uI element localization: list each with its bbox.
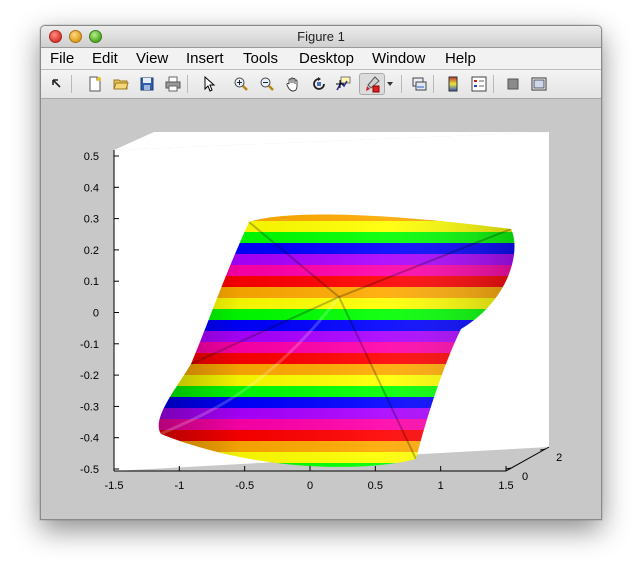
insert-legend-icon[interactable] (469, 74, 489, 94)
insert-colorbar-icon[interactable] (443, 74, 463, 94)
new-figure-icon[interactable] (85, 74, 105, 94)
title-bar[interactable]: Figure 1 (41, 26, 601, 48)
zoom-out-icon[interactable] (257, 74, 277, 94)
figure-window: Figure 1 File Edit View Insert Tools Des… (40, 25, 602, 520)
figure-toolbar (41, 70, 601, 99)
y-tick-label: 0 (93, 308, 99, 320)
y-tick-label: 0.3 (84, 214, 99, 226)
y-tick-label: -0.4 (80, 433, 99, 445)
x-tick-label: -0.5 (235, 480, 254, 492)
data-cursor-icon[interactable] (333, 74, 353, 94)
pan-hand-icon[interactable] (283, 74, 303, 94)
colormap-band (141, 485, 541, 497)
x-ticks: -1.5 -1 -0.5 0 0.5 1 1.5 (105, 466, 514, 492)
menu-bar: File Edit View Insert Tools Desktop Wind… (41, 48, 601, 70)
hide-plot-tools-icon[interactable] (503, 74, 523, 94)
link-plot-icon[interactable] (409, 74, 429, 94)
x-tick-label: -1.5 (105, 480, 124, 492)
y-tick-label: 0.4 (84, 182, 99, 194)
y-tick-label: 0.1 (84, 276, 99, 288)
menu-window[interactable]: Window (372, 50, 425, 67)
dropdown-arrow-icon[interactable] (385, 74, 395, 94)
menu-edit[interactable]: Edit (92, 50, 118, 67)
y-tick-label: -0.1 (80, 339, 99, 351)
x-tick-label: 1.5 (498, 480, 513, 492)
window-title: Figure 1 (297, 29, 345, 44)
x-tick-label: -1 (174, 480, 184, 492)
menu-view[interactable]: View (136, 50, 168, 67)
y-tick-label: -0.2 (80, 370, 99, 382)
menu-desktop[interactable]: Desktop (299, 50, 354, 67)
edit-plot-icon[interactable] (47, 74, 67, 94)
x-tick-label: 0.5 (368, 480, 383, 492)
menu-file[interactable]: File (50, 50, 74, 67)
surface-plot[interactable]: -0.5 -0.4 -0.3 -0.2 -0.1 0 0.1 0.2 0.3 0.4 0.5 -1.… (41, 99, 601, 519)
menu-insert[interactable]: Insert (186, 50, 224, 67)
y-tick-label: -0.5 (80, 464, 99, 476)
pointer-icon[interactable] (199, 74, 219, 94)
y-tick-label: 0.2 (84, 245, 99, 257)
x-tick-label: 0 (307, 480, 313, 492)
y-tick-label: 0.5 (84, 151, 99, 163)
menu-tools[interactable]: Tools (243, 50, 278, 67)
rotate-3d-icon[interactable] (309, 74, 329, 94)
z-tick-label: 0 (522, 471, 528, 483)
y-ticks: -0.5 -0.4 -0.3 -0.2 -0.1 0 0.1 0.2 0.3 0.4 0.5 (80, 151, 119, 476)
colormap-band (141, 474, 541, 486)
print-figure-icon[interactable] (163, 74, 183, 94)
show-plot-tools-icon[interactable] (529, 74, 549, 94)
open-file-icon[interactable] (111, 74, 131, 94)
x-tick-label: 1 (438, 480, 444, 492)
menu-help[interactable]: Help (445, 50, 476, 67)
save-figure-icon[interactable] (137, 74, 157, 94)
figure-canvas[interactable]: -0.5 -0.4 -0.3 -0.2 -0.1 0 0.1 0.2 0.3 0.4 0.5 -1.… (41, 99, 601, 519)
zoom-in-icon[interactable] (231, 74, 251, 94)
brush-icon[interactable] (359, 73, 385, 95)
z-axis-line (505, 446, 550, 472)
y-tick-label: -0.3 (80, 401, 99, 413)
z-tick-label: 2 (556, 452, 562, 464)
